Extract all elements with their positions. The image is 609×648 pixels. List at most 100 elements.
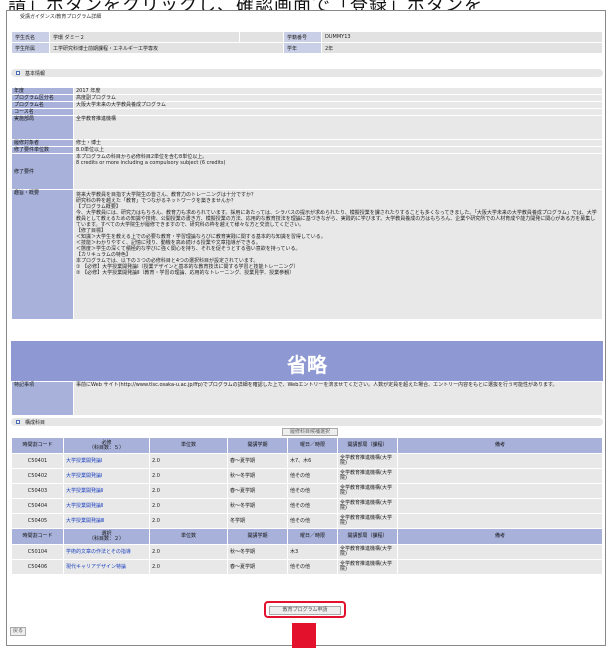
course-dept: 全学教育推進機構(大学院) [340,470,392,481]
course-units: 2.0 [152,487,160,494]
omitted-label: 省略 [287,353,327,377]
course-day-cell: 他その他 [287,483,338,499]
student-year-value: 2年 [321,42,603,54]
units-header: 単位数 [149,528,228,545]
course-term: 春～夏学期 [230,487,256,494]
course-day-cell: 木7、木6 [287,453,338,469]
omitted-band: 省略 [11,341,603,381]
course-name-link[interactable]: 大学授業開発論Ⅱ [66,503,103,509]
course-code: C50401 [27,457,48,464]
program-info-table: 年度 2017 年度 プログラム区分名 高度副プログラム プログラム名 大阪大学未来の… [11,87,603,320]
student-info-table: 学生氏名 学環 ダミー２ 学籍番号 DUMMY13 学生所属 工学研究科博士前期… [11,31,603,54]
course-term-cell: 春～夏学期 [227,453,288,469]
student-year-label: 学年 [283,42,322,54]
program-name-label: プログラム名 [11,101,74,109]
course-units-cell: 2.0 [149,468,228,484]
basic-info-title: 基本情報 [25,71,46,77]
notes-table: 特記事項 事前にWeb サイト(http://www.tlsc.osaka-u.a… [11,381,603,416]
course-note-cell [397,468,603,484]
dept-value: 全学教育推進機構 [73,115,603,140]
course-term-cell: 冬学期 [227,513,288,529]
course-name-cell: 現代キャリアデザイン特論 [63,559,150,575]
apply-highlight: 教育プログラム申請 [264,601,346,618]
code-header: 時間割コード [11,437,64,454]
course-term: 秋～冬学期 [230,548,256,555]
course-name-value [73,108,603,116]
course-units: 2.0 [152,472,160,479]
course-term: 春～夏学期 [230,563,256,570]
course-code-cell: C50104 [11,544,64,560]
course-term-cell: 春～夏学期 [227,559,288,575]
course-term: 秋～冬学期 [230,472,256,479]
kubun-value: 高度副プログラム [73,94,603,102]
note-header: 備考 [397,528,603,545]
back-button[interactable]: 戻る [10,627,26,636]
course-dept-cell: 全学教育推進機構(大学院) [337,513,398,529]
course-units-cell: 2.0 [149,453,228,469]
required-rows: C50401 大学授業開発論Ⅰ 2.0 春～夏学期 木7、木6 全学教育推進機構(大学院)… [11,453,603,529]
elective-header-row: 時間割コード 選択 （科目数：２） 単位数 開講学期 曜日／時限 開講部局（課程）… [11,528,603,545]
course-code: C50403 [27,487,48,494]
course-code-cell: C50406 [11,559,64,575]
course-name-cell: 大学授業開発論Ⅱ [63,498,150,514]
required-header-count: （科目数：５） [88,444,124,451]
course-dept-cell: 全学教育推進機構(大学院) [337,544,398,560]
course-name-link[interactable]: 大学授業開発論Ⅰ [66,458,102,464]
overview-label: 趣旨・概要 [11,189,74,320]
course-code-cell: C50405 [11,513,64,529]
course-day: 木7、木6 [290,457,312,464]
course-dept-cell: 全学教育推進機構(大学院) [337,453,398,469]
instruction-banner: 請」ボタンをクリックし、確認画面で「登録」ボタンを [0,0,609,10]
course-dept-cell: 全学教育推進機構(大学院) [337,468,398,484]
notes-value: 事前にWeb サイト(http://www.tlsc.osaka-u.ac.jp… [73,381,603,416]
breadcrumb: 受講ガイダンス/教育プログラム詳細 [20,14,102,20]
course-name-cell: 学術的文章の作法とその指導 [63,544,150,560]
apply-program-button[interactable]: 教育プログラム申請 [269,606,341,615]
select-courses-button[interactable]: 履修科目候補選択 [282,428,338,436]
course-units-cell: 2.0 [149,559,228,575]
units-header: 単位数 [149,437,228,454]
nendo-label: 年度 [11,87,74,95]
student-affil-label: 学生所属 [11,42,50,54]
course-dept: 全学教育推進機構(大学院) [340,546,392,557]
course-row: C50401 大学授業開発論Ⅰ 2.0 春～夏学期 木7、木6 全学教育推進機構(大学院) [11,453,603,469]
course-units: 2.0 [152,502,160,509]
course-day-cell: 木3 [287,544,338,560]
course-day: 木3 [290,548,299,555]
course-dept: 全学教育推進機構(大学院) [340,500,392,511]
day-header: 曜日／時限 [287,528,338,545]
course-name-link[interactable]: 大学授業開発論Ⅲ [66,518,104,524]
course-day: 他その他 [290,517,311,524]
course-code: C50104 [27,548,48,555]
student-name-value: 学環 ダミー２ [49,31,240,43]
course-name-cell: 大学授業開発論Ⅱ [63,483,150,499]
course-name-link[interactable]: 大学授業開発論Ⅰ [66,473,102,479]
course-code-cell: C50404 [11,498,64,514]
target-value: 修士・博士 [73,139,603,147]
course-term-cell: 秋～冬学期 [227,468,288,484]
note-header: 備考 [397,437,603,454]
student-id-value: DUMMY13 [321,31,603,43]
course-name-link[interactable]: 大学授業開発論Ⅱ [66,488,103,494]
course-code: C50404 [27,502,48,509]
target-label: 履修対象者 [11,139,74,147]
overview-line: ② 【必修】大学授業開発論Ⅱ（教育・学習の理論、応用的なトレーニング、授業見学、… [76,270,295,276]
collapse-icon[interactable] [16,71,20,75]
course-term: 春～夏学期 [230,457,256,464]
course-note-cell [397,559,603,575]
course-term-cell: 秋～冬学期 [227,498,288,514]
collapse-icon[interactable] [16,420,20,424]
course-note-cell [397,498,603,514]
required-header-row: 時間割コード 必修 （科目数：５） 単位数 開講学期 曜日／時限 開講部局（課程）… [11,437,603,454]
course-name-link[interactable]: 学術的文章の作法とその指導 [66,549,131,555]
notes-label: 特記事項 [11,381,74,416]
course-code-cell: C50403 [11,483,64,499]
course-day: 他その他 [290,472,311,479]
course-day: 他その他 [290,502,311,509]
term-header: 開講学期 [227,528,288,545]
course-dept-cell: 全学教育推進機構(大学院) [337,483,398,499]
required-header: 必修 （科目数：５） [63,437,150,454]
course-name-link[interactable]: 現代キャリアデザイン特論 [66,564,126,570]
program-name-value: 大阪大学未来の大学教員養成プログラム [73,101,603,109]
nendo-value: 2017 年度 [73,87,603,95]
